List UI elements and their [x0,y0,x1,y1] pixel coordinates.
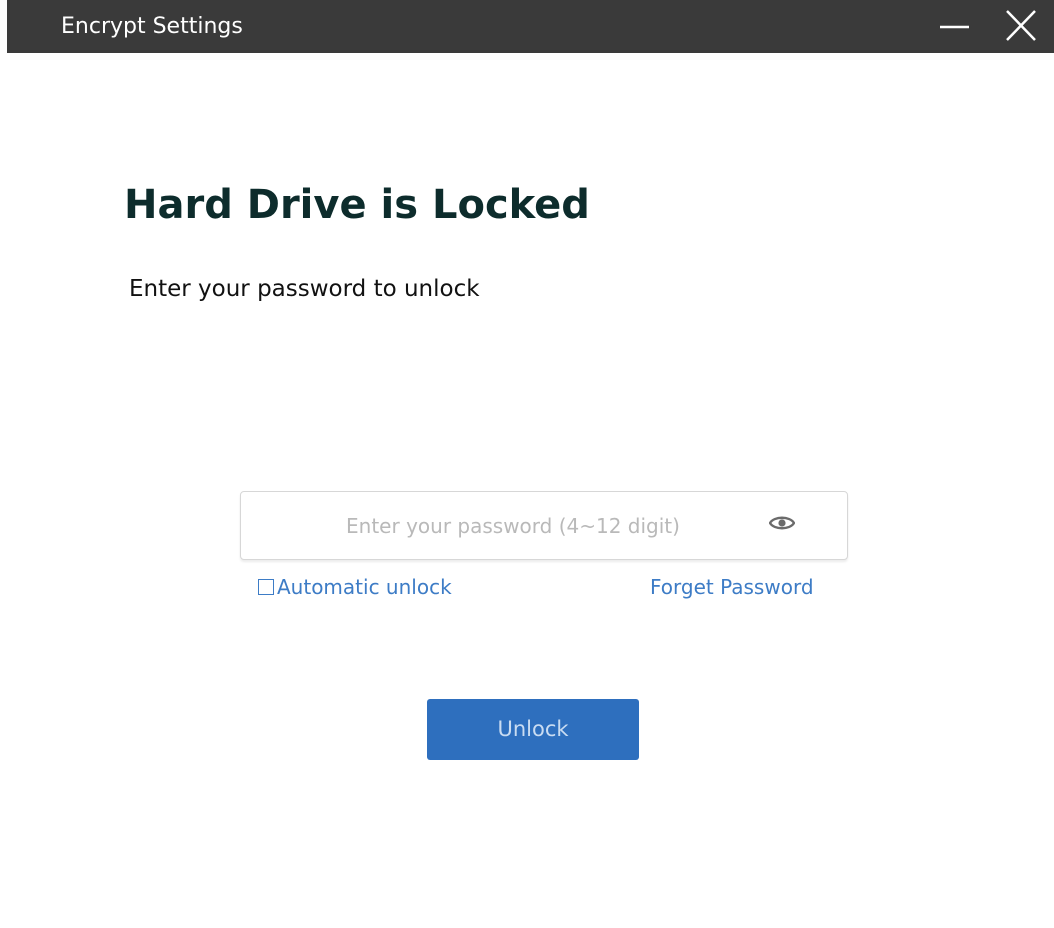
eye-icon[interactable] [769,512,795,534]
close-icon [1006,10,1036,41]
window-edge [0,0,7,928]
minimize-icon [940,25,969,29]
automatic-unlock-checkbox[interactable]: Automatic unlock [258,574,452,600]
page-subtitle: Enter your password to unlock [129,276,480,302]
automatic-unlock-label: Automatic unlock [277,575,452,599]
password-input[interactable] [261,506,765,546]
password-field-container [240,491,848,560]
forget-password-link[interactable]: Forget Password [650,574,814,600]
page-title: Hard Drive is Locked [124,182,590,228]
close-button[interactable] [995,0,1045,53]
encrypt-settings-window: Encrypt Settings Hard Drive is Locked En… [0,0,1054,928]
minimize-button[interactable] [929,0,979,53]
window-title: Encrypt Settings [61,14,243,39]
unlock-button[interactable]: Unlock [427,699,639,760]
checkbox-icon[interactable] [258,579,274,595]
title-bar[interactable]: Encrypt Settings [7,0,1054,53]
